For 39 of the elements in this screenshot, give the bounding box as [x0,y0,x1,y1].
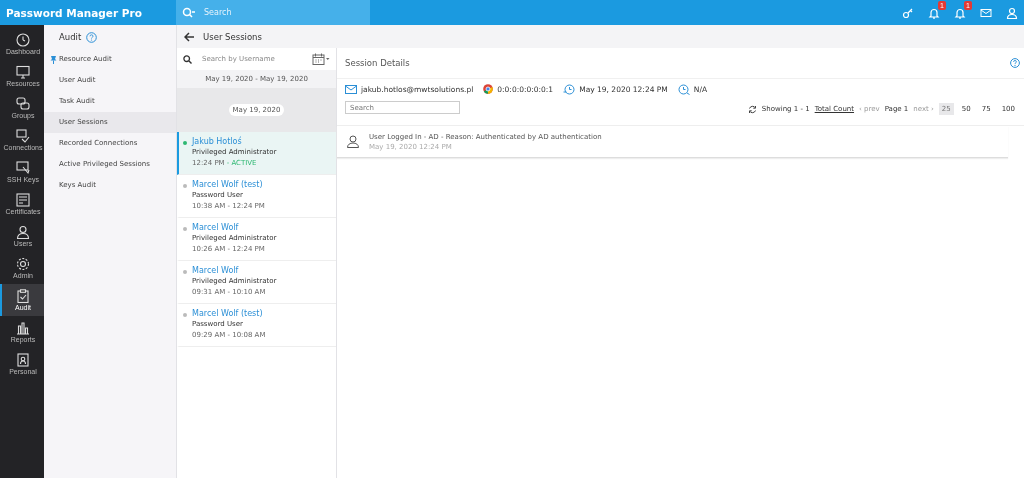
bell-icon[interactable] [954,6,966,19]
user-icon [347,135,359,148]
key-icon[interactable] [902,6,914,19]
bar-chart-icon [16,321,30,335]
section-title: Audit [59,32,82,42]
calendar-icon[interactable] [312,53,330,65]
clock-icon [563,83,576,95]
search-icon [183,54,192,64]
user-name[interactable]: Marcel Wolf [192,266,277,275]
clock-icon [677,83,690,95]
help-icon[interactable] [86,31,98,43]
search-field[interactable]: Search [176,0,370,25]
user-name[interactable]: Marcel Wolf (test) [192,309,266,318]
user-name[interactable]: Marcel Wolf (test) [192,180,265,189]
details-title: Session Details [345,58,410,68]
user-icon[interactable] [1006,6,1018,19]
gear-icon [16,257,30,271]
certificate-icon [16,193,30,207]
browser-icon [483,84,494,94]
monitor-icon [16,65,30,79]
dashboard-icon [16,33,30,47]
search-icon [182,6,196,19]
mail-icon[interactable] [980,6,992,19]
address-book-icon [16,353,30,367]
pin-icon [50,55,57,64]
monitor-check-icon [16,129,30,143]
refresh-icon[interactable] [747,104,757,114]
chat-icon [16,97,30,111]
search-input[interactable]: Search [202,7,356,18]
app-logo: Password Manager Pro [5,6,143,19]
monitor-cursor-icon [16,161,30,175]
mail-icon [345,84,357,94]
clipboard-icon [16,289,30,303]
bell-icon[interactable] [928,6,940,19]
user-icon [16,225,30,239]
user-name[interactable]: Marcel Wolf [192,223,277,232]
back-arrow-icon[interactable] [184,31,195,42]
help-icon[interactable] [1010,58,1020,68]
page-title: User Sessions [203,31,262,42]
